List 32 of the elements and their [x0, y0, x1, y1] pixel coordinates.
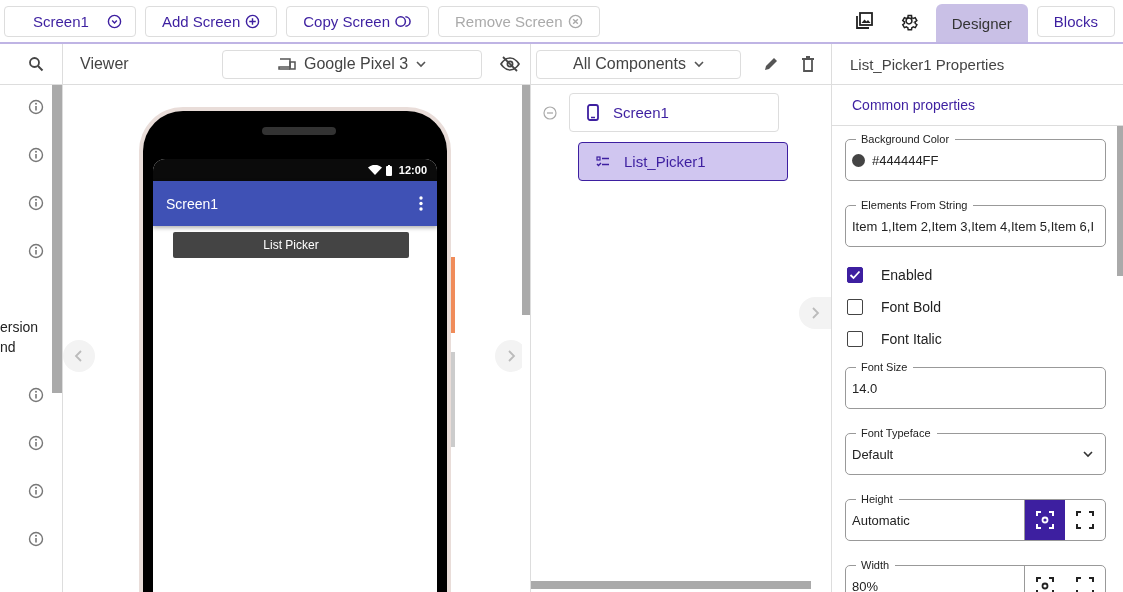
app-title: Screen1	[166, 195, 219, 212]
screen-select[interactable]: Screen1	[4, 5, 136, 37]
field-value: Automatic	[852, 512, 911, 528]
copy-screen-button[interactable]: Copy Screen	[286, 5, 429, 37]
field-label: Height	[856, 492, 899, 506]
viewer-title: Viewer	[80, 55, 130, 73]
field-value: Default	[852, 446, 895, 462]
section-link[interactable]: Common properties	[852, 97, 975, 113]
field-label: Elements From String	[856, 198, 974, 212]
properties-title: List_Picker1 Properties	[850, 55, 1005, 73]
tree-item[interactable]: List_Picker1	[578, 142, 788, 181]
palette-text: nd	[0, 338, 17, 357]
tree-item[interactable]: Screen1	[569, 93, 779, 132]
checkbox-label: Font Bold	[881, 299, 941, 315]
view-tab[interactable]: Designer	[935, 4, 1028, 42]
view-tab[interactable]: Blocks	[1036, 5, 1115, 37]
component-filter-select[interactable]: All Components	[536, 49, 741, 79]
field-label: Width	[856, 558, 896, 572]
add-screen-button[interactable]: Add Screen	[144, 5, 278, 37]
field-value: 80%	[852, 578, 880, 592]
field-value: 14.0	[852, 380, 879, 396]
field-value: #444444FF	[872, 152, 940, 168]
list-picker-button[interactable]: List Picker	[173, 232, 409, 258]
field-label: Font Typeface	[856, 426, 937, 440]
field-label: Background Color	[856, 132, 956, 146]
device-select[interactable]: Google Pixel 3	[222, 49, 482, 79]
palette-text: ersion	[0, 318, 39, 337]
field-value: Item 1,Item 2,Item 3,Item 4,Item 5,Item 6,I	[852, 218, 1096, 234]
status-time: 12:00	[398, 164, 427, 176]
checkbox-label: Font Italic	[881, 331, 942, 347]
checkbox-label: Enabled	[881, 267, 933, 283]
field-label: Font Size	[856, 360, 914, 374]
